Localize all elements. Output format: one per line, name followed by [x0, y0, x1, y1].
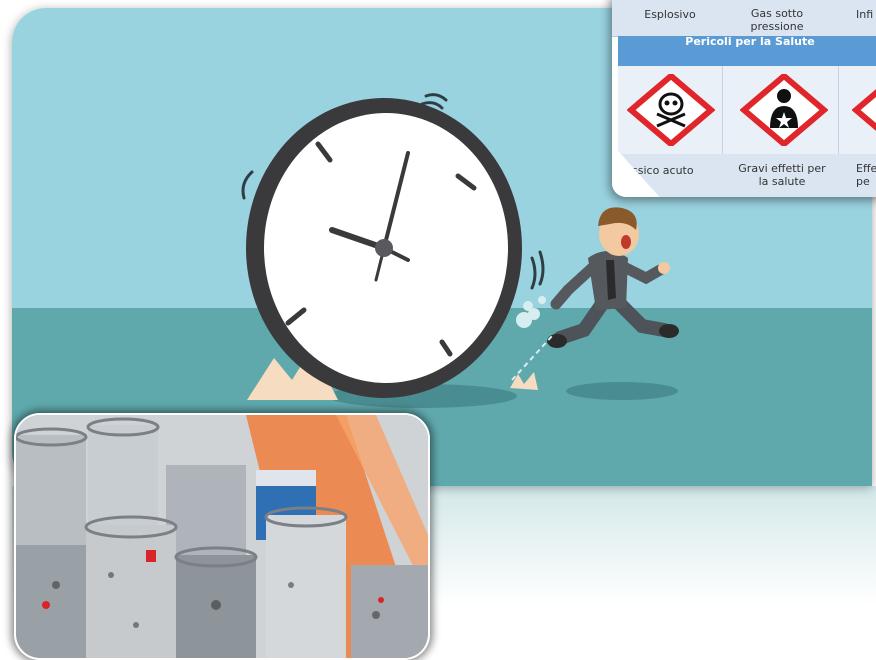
health-hazard-icon [740, 74, 828, 146]
ghs-label-explosive: Esplosivo [644, 8, 696, 21]
clock-icon [246, 98, 522, 398]
exclamation-icon [852, 89, 876, 131]
ghs-label-acute-toxic: ssico acuto [632, 164, 694, 177]
ghs-section-title-text: Pericoli per la Salute [685, 35, 815, 48]
ghs-label-health-effects: Gravi effetti per la salute [738, 162, 826, 188]
ghs-section-title: Pericoli per la Salute [618, 36, 876, 66]
ghs-hazard-table: Esplosivo Gas sotto pressione Infi Peric… [612, 0, 876, 197]
ghs-label-other-effects: Effe pe [856, 162, 876, 188]
ghs-label-flammable: Infi [856, 8, 874, 21]
skull-crossbones-icon [627, 74, 715, 146]
ghs-label-gas: Gas sotto pressione [750, 7, 804, 33]
paint-drums-photo [14, 413, 430, 660]
man-shadow [566, 382, 678, 400]
